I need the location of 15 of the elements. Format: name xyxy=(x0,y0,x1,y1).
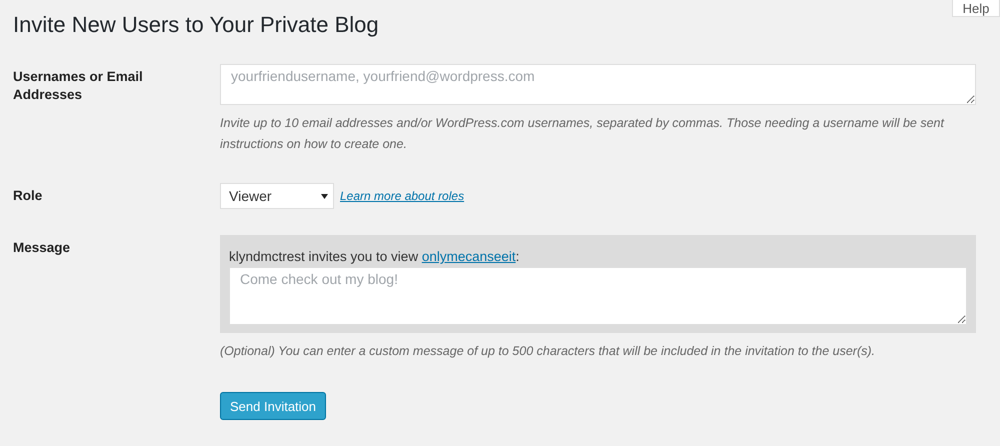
roles-link[interactable]: Learn more about roles xyxy=(340,189,464,203)
invite-sentence: klyndmctrest invites you to view onlymecanseeit: xyxy=(229,249,520,264)
field-description: Invite up to 10 email addresses and/or WordPress.com usernames, separated by commas. Those needing a username will be sent instructions on how to create one. xyxy=(220,115,946,153)
send-invitation-button[interactable]: Send Invitation xyxy=(220,392,326,420)
blog-link[interactable]: onlymecanseeit xyxy=(422,249,516,264)
help-tab[interactable]: Help xyxy=(952,0,1000,17)
field-description: (Optional) You can enter a custom message of up to 500 characters that will be included in the invitation to the user(s). xyxy=(220,343,876,360)
field-label: Role xyxy=(13,187,44,205)
message-field[interactable]: Come check out my blog! xyxy=(229,267,967,325)
field-label: Message xyxy=(13,239,72,257)
caret-icon xyxy=(321,194,328,198)
usernames-field[interactable]: yourfriendusername, yourfriend@wordpress.com xyxy=(220,64,976,105)
role-select[interactable]: Viewer xyxy=(220,183,334,209)
page-title: Invite New Users to Your Private Blog xyxy=(13,12,380,38)
field-label: Usernames or Email Addresses xyxy=(13,68,144,104)
